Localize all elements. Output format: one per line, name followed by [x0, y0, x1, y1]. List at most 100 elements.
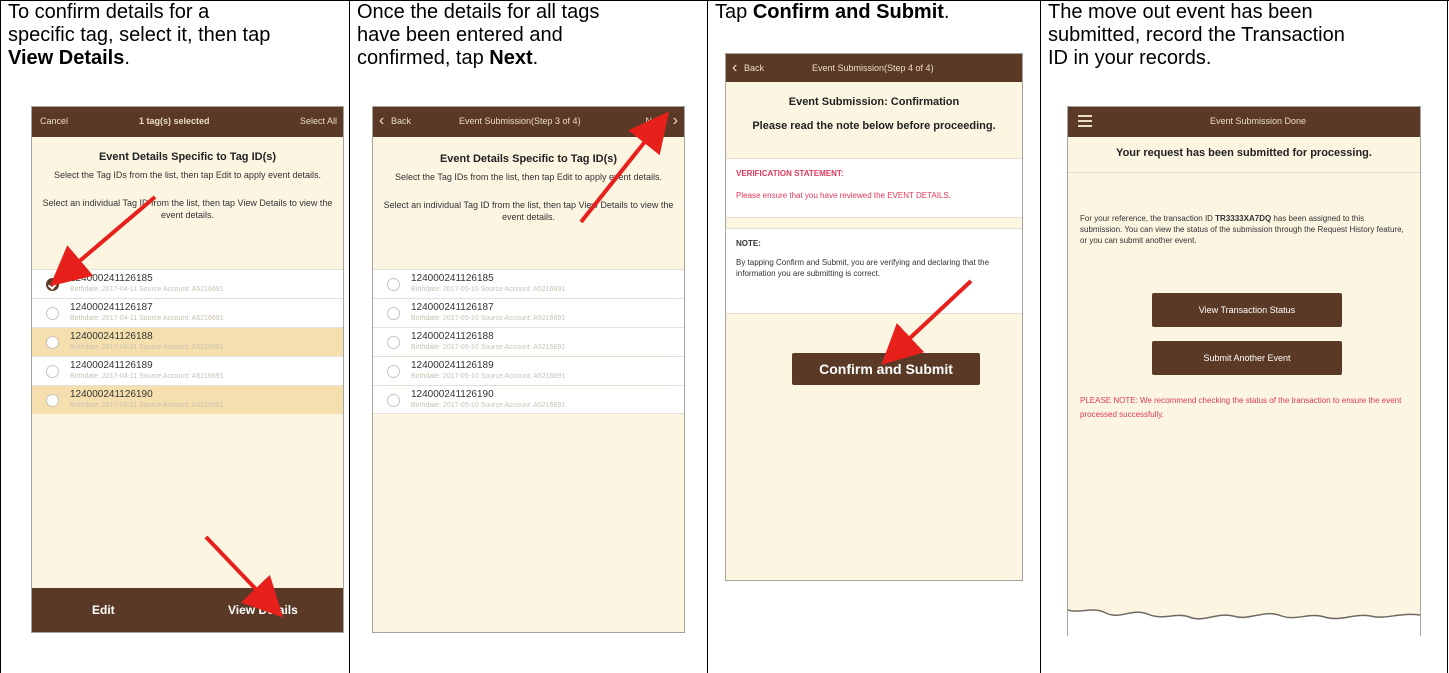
tag-list: 124000241126185 Birthdate: 2017-05-10 So… — [373, 269, 684, 414]
tag-id: 124000241126189 — [70, 360, 153, 371]
nav-title: Event Submission Done — [1210, 116, 1307, 126]
instruction-tail: . — [124, 47, 130, 69]
please-note-text: PLEASE NOTE: We recommend checking the s… — [1080, 396, 1402, 419]
verification-box: VERIFICATION STATEMENT: Please ensure th… — [726, 158, 1022, 218]
instruction-text: Tap Confirm and Submit. — [715, 1, 949, 24]
reference-text: For your reference, the transaction ID — [1080, 214, 1216, 223]
checkbox-icon[interactable] — [387, 278, 400, 291]
instruction-line: ID in your records. — [1048, 47, 1212, 69]
tag-subtitle: Birthdate: 2017-05-10 Source Account: A5… — [411, 315, 566, 322]
heading-band: Your request has been submitted for proc… — [1068, 137, 1420, 173]
transaction-reference: For your reference, the transaction ID T… — [1080, 213, 1408, 246]
step-column-1: To confirm details for a specific tag, s… — [0, 1, 350, 673]
instructions-edit: Select the Tag IDs from the list, then t… — [395, 172, 662, 182]
view-details-button[interactable]: View Details — [228, 603, 298, 617]
checkbox-icon[interactable] — [46, 394, 59, 407]
note-label: NOTE: — [736, 239, 761, 248]
note-box: NOTE: By tapping Confirm and Submit, you… — [726, 228, 1022, 314]
instruction-tail: . — [532, 47, 539, 69]
phone-screen: ‹ Back Event Submission(Step 3 of 4) Nex… — [372, 106, 685, 633]
section-subheading: Please read the note below before procee… — [752, 120, 996, 132]
step-column-3: Tap Confirm and Submit. ‹ Back Event Sub… — [708, 1, 1041, 673]
cancel-button[interactable]: Cancel — [40, 116, 68, 126]
checkbox-icon[interactable] — [387, 365, 400, 378]
section-heading: Your request has been submitted for proc… — [1116, 147, 1372, 159]
instruction-bold: Confirm and Submit — [752, 1, 944, 23]
checkbox-icon[interactable] — [46, 365, 59, 378]
nav-bar: ‹ Back Event Submission(Step 4 of 4) — [726, 54, 1022, 82]
note-text: By tapping Confirm and Submit, you are v… — [736, 258, 990, 278]
tag-list: 124000241126185 Birthdate: 2017-04-11 So… — [32, 269, 343, 414]
hamburger-menu-icon[interactable] — [1078, 115, 1092, 127]
list-item[interactable]: 124000241126190 Birthdate: 2017-05-10 So… — [373, 385, 684, 414]
instruction-line: Once the details for all tags — [357, 1, 600, 23]
nav-title: Event Submission(Step 3 of 4) — [459, 116, 581, 126]
phone-screen: ‹ Back Event Submission(Step 4 of 4) Eve… — [725, 53, 1023, 581]
checkbox-icon[interactable] — [387, 307, 400, 320]
instruction-text: To confirm details for a specific tag, s… — [8, 1, 270, 70]
tag-subtitle: Birthdate: 2017-04-11 Source Account: A5… — [70, 344, 224, 351]
back-button[interactable]: Back — [744, 63, 764, 73]
nav-bar: Cancel 1 tag(s) selected Select All — [32, 107, 343, 137]
tag-subtitle: Birthdate: 2017-04-11 Source Account: A5… — [70, 315, 224, 322]
verification-text: Please ensure that you have reviewed the… — [736, 191, 951, 200]
list-item[interactable]: 124000241126187 Birthdate: 2017-04-11 So… — [32, 298, 343, 327]
tag-id: 124000241126188 — [70, 331, 153, 342]
list-item[interactable]: 124000241126190 Birthdate: 2017-04-11 So… — [32, 385, 343, 414]
tag-subtitle: Birthdate: 2017-05-10 Source Account: A5… — [411, 373, 566, 380]
list-item[interactable]: 124000241126189 Birthdate: 2017-05-10 So… — [373, 356, 684, 385]
tag-subtitle: Birthdate: 2017-05-10 Source Account: A5… — [411, 402, 566, 409]
chevron-right-icon[interactable]: › — [673, 112, 678, 130]
back-button[interactable]: Back — [391, 116, 411, 126]
list-item[interactable]: 124000241126185 Birthdate: 2017-05-10 So… — [373, 269, 684, 298]
next-button[interactable]: Next — [645, 116, 664, 126]
nav-bar: ‹ Back Event Submission(Step 3 of 4) Nex… — [373, 107, 684, 137]
checkbox-icon[interactable] — [46, 336, 59, 349]
transaction-id: TR3333XA7DQ — [1215, 214, 1272, 223]
instruction-line: specific tag, select it, then tap — [8, 24, 271, 46]
instructions-view: Select an individual Tag ID from the lis… — [42, 198, 333, 220]
tag-id: 124000241126185 — [411, 273, 494, 284]
tag-subtitle: Birthdate: 2017-04-11 Source Account: A5… — [70, 373, 224, 380]
list-item[interactable]: 124000241126189 Birthdate: 2017-04-11 So… — [32, 356, 343, 385]
tag-subtitle: Birthdate: 2017-05-10 Source Account: A5… — [411, 344, 566, 351]
submit-another-event-button[interactable]: Submit Another Event — [1152, 341, 1342, 375]
nav-title: 1 tag(s) selected — [139, 116, 210, 126]
view-transaction-status-button[interactable]: View Transaction Status — [1152, 293, 1342, 327]
phone-screen: Cancel 1 tag(s) selected Select All Even… — [31, 106, 344, 633]
torn-edge — [1068, 609, 1420, 636]
section-heading: Event Details Specific to Tag ID(s) — [439, 153, 618, 165]
list-item[interactable]: 124000241126185 Birthdate: 2017-04-11 So… — [32, 269, 343, 298]
tag-id: 124000241126189 — [411, 360, 494, 371]
tag-id: 124000241126190 — [411, 389, 494, 400]
instruction-text: The move out event has been submitted, r… — [1048, 1, 1345, 70]
step-column-4: The move out event has been submitted, r… — [1041, 1, 1448, 673]
instructions-view: Select an individual Tag ID from the lis… — [383, 200, 674, 222]
tag-subtitle: Birthdate: 2017-05-10 Source Account: A5… — [411, 286, 566, 293]
instruction-line: confirmed, tap — [357, 47, 490, 69]
tag-id: 124000241126190 — [70, 389, 153, 400]
instruction-line: To confirm details for a — [8, 1, 210, 23]
checkbox-icon[interactable] — [46, 307, 59, 320]
verification-label: VERIFICATION STATEMENT: — [736, 169, 844, 178]
list-item[interactable]: 124000241126187 Birthdate: 2017-05-10 So… — [373, 298, 684, 327]
select-all-button[interactable]: Select All — [300, 116, 337, 126]
tag-subtitle: Birthdate: 2017-04-11 Source Account: A5… — [70, 402, 224, 409]
checkbox-icon[interactable] — [387, 336, 400, 349]
chevron-left-icon[interactable]: ‹ — [379, 112, 384, 130]
list-item[interactable]: 124000241126188 Birthdate: 2017-05-10 So… — [373, 327, 684, 356]
list-item[interactable]: 124000241126188 Birthdate: 2017-04-11 So… — [32, 327, 343, 356]
instruction-bold: View Details — [8, 47, 125, 69]
instruction-text: Once the details for all tags have been … — [357, 1, 599, 70]
tag-id: 124000241126185 — [70, 273, 153, 284]
edit-button[interactable]: Edit — [92, 603, 115, 617]
checkbox-icon[interactable] — [387, 394, 400, 407]
chevron-left-icon[interactable]: ‹ — [732, 59, 737, 77]
instruction-line: submitted, record the Transaction — [1048, 24, 1345, 46]
step-column-2: Once the details for all tags have been … — [350, 1, 708, 673]
bottom-action-bar: Edit View Details — [32, 588, 343, 632]
confirm-submit-button[interactable]: Confirm and Submit — [792, 353, 980, 385]
checkbox-checked-icon[interactable] — [46, 278, 59, 291]
instruction-line: have been entered and — [357, 24, 563, 46]
section-heading: Event Details Specific to Tag ID(s) — [98, 151, 277, 163]
